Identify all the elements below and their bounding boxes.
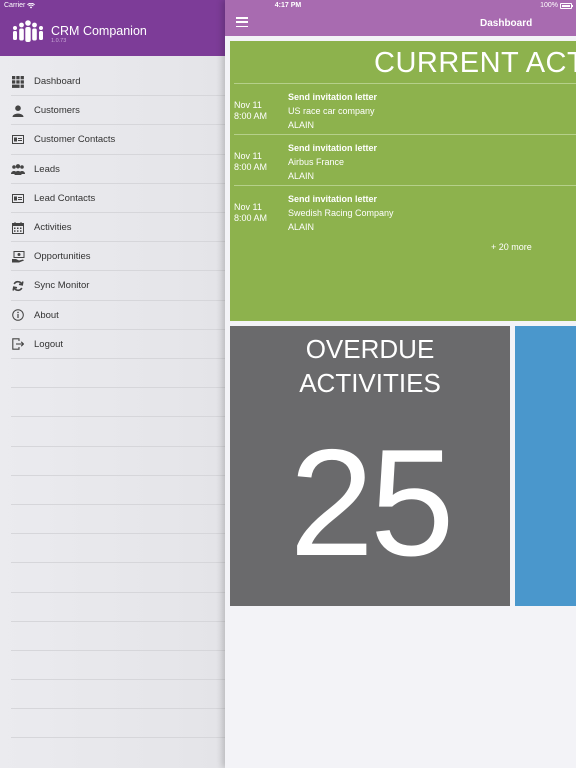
dashboard-grid-icon	[11, 75, 25, 89]
main-content: Dashboard CURRENT ACTIVITIES Nov 11 8:00…	[225, 0, 576, 768]
activity-time: 8:00 AM	[234, 213, 268, 223]
sidebar-item-label: Activities	[34, 222, 72, 234]
more-activities-link[interactable]: + 20 more	[491, 242, 532, 252]
overdue-activities-tile[interactable]: OVERDUE ACTIVITIES 25	[230, 326, 510, 606]
sidebar-item-about[interactable]: About	[0, 301, 225, 330]
current-activities-title: CURRENT ACTIVITIES	[374, 47, 576, 79]
sidebar: CRM Companion 1.0.73 Dashboard Customers	[0, 0, 225, 768]
activity-owner: ALAIN	[288, 120, 315, 130]
app-title: CRM Companion	[51, 24, 147, 38]
group-icon	[11, 162, 25, 176]
sidebar-item-leads[interactable]: Leads	[0, 155, 225, 184]
activity-time: 8:00 AM	[234, 162, 268, 172]
current-activities-tile[interactable]: CURRENT ACTIVITIES Nov 11 8:00 AM Send i…	[230, 41, 576, 321]
activity-company: Airbus France	[288, 157, 345, 167]
battery-icon	[560, 2, 573, 9]
sidebar-item-activities[interactable]: Activities	[0, 213, 225, 243]
money-hand-icon	[11, 250, 25, 264]
id-card-icon	[11, 133, 25, 147]
sidebar-menu: Dashboard Customers Customer Contacts Le…	[0, 67, 225, 360]
activity-item[interactable]: Nov 11 8:00 AM Send invitation letter US…	[234, 83, 576, 134]
battery-percent: 100%	[540, 2, 558, 9]
sync-icon	[11, 279, 25, 293]
logout-icon	[11, 337, 25, 351]
sidebar-item-logout[interactable]: Logout	[0, 330, 225, 360]
empty-menu-rows	[11, 359, 225, 739]
sidebar-item-label: Sync Monitor	[34, 280, 90, 292]
overdue-count: 25	[289, 418, 454, 588]
sidebar-item-label: Opportunities	[34, 251, 91, 263]
sidebar-item-customer-contacts[interactable]: Customer Contacts	[0, 125, 225, 155]
activity-item[interactable]: Nov 11 8:00 AM Send invitation letter Ai…	[234, 134, 576, 185]
sidebar-item-customers[interactable]: Customers	[0, 96, 225, 126]
people-logo-icon	[13, 20, 43, 42]
app-version: 1.0.73	[51, 38, 67, 44]
sidebar-item-label: About	[34, 309, 59, 321]
activity-date: Nov 11	[234, 202, 262, 212]
overdue-activities-title: OVERDUE ACTIVITIES	[299, 334, 441, 398]
clock: 4:17 PM	[274, 2, 302, 9]
sidebar-item-label: Customer Contacts	[34, 134, 116, 146]
person-icon	[11, 104, 25, 118]
sidebar-item-label: Customers	[34, 105, 80, 117]
sidebar-item-label: Lead Contacts	[34, 192, 96, 204]
activity-title: Send invitation letter	[288, 143, 378, 153]
activity-title: Send invitation letter	[288, 194, 378, 204]
activity-owner: ALAIN	[288, 222, 315, 232]
activity-company: Swedish Racing Company	[288, 208, 394, 218]
sidebar-item-label: Dashboard	[34, 76, 81, 88]
sidebar-item-lead-contacts[interactable]: Lead Contacts	[0, 184, 225, 214]
activity-owner: ALAIN	[288, 171, 315, 181]
sidebar-item-sync-monitor[interactable]: Sync Monitor	[0, 271, 225, 301]
sidebar-item-label: Logout	[34, 338, 64, 350]
page-title: Dashboard	[480, 18, 533, 29]
battery-indicator: 100%	[540, 2, 573, 9]
hamburger-menu-icon[interactable]	[236, 17, 248, 27]
activity-title: Send invitation letter	[288, 92, 378, 102]
activity-date: Nov 11	[234, 151, 262, 161]
activity-company: US race car company	[288, 106, 375, 116]
sidebar-item-opportunities[interactable]: Opportunities	[0, 242, 225, 272]
id-card-icon	[11, 191, 25, 205]
calendar-icon	[11, 221, 25, 235]
activity-item[interactable]: Nov 11 8:00 AM Send invitation letter Sw…	[234, 185, 576, 236]
sidebar-item-label: Leads	[34, 163, 60, 175]
activity-date: Nov 11	[234, 100, 262, 110]
activity-time: 8:00 AM	[234, 111, 268, 121]
blue-dashboard-tile[interactable]	[515, 326, 576, 606]
status-bar: Carrier 4:17 PM 100%	[0, 0, 576, 12]
sidebar-item-dashboard[interactable]: Dashboard	[0, 67, 225, 97]
info-icon	[11, 308, 25, 322]
